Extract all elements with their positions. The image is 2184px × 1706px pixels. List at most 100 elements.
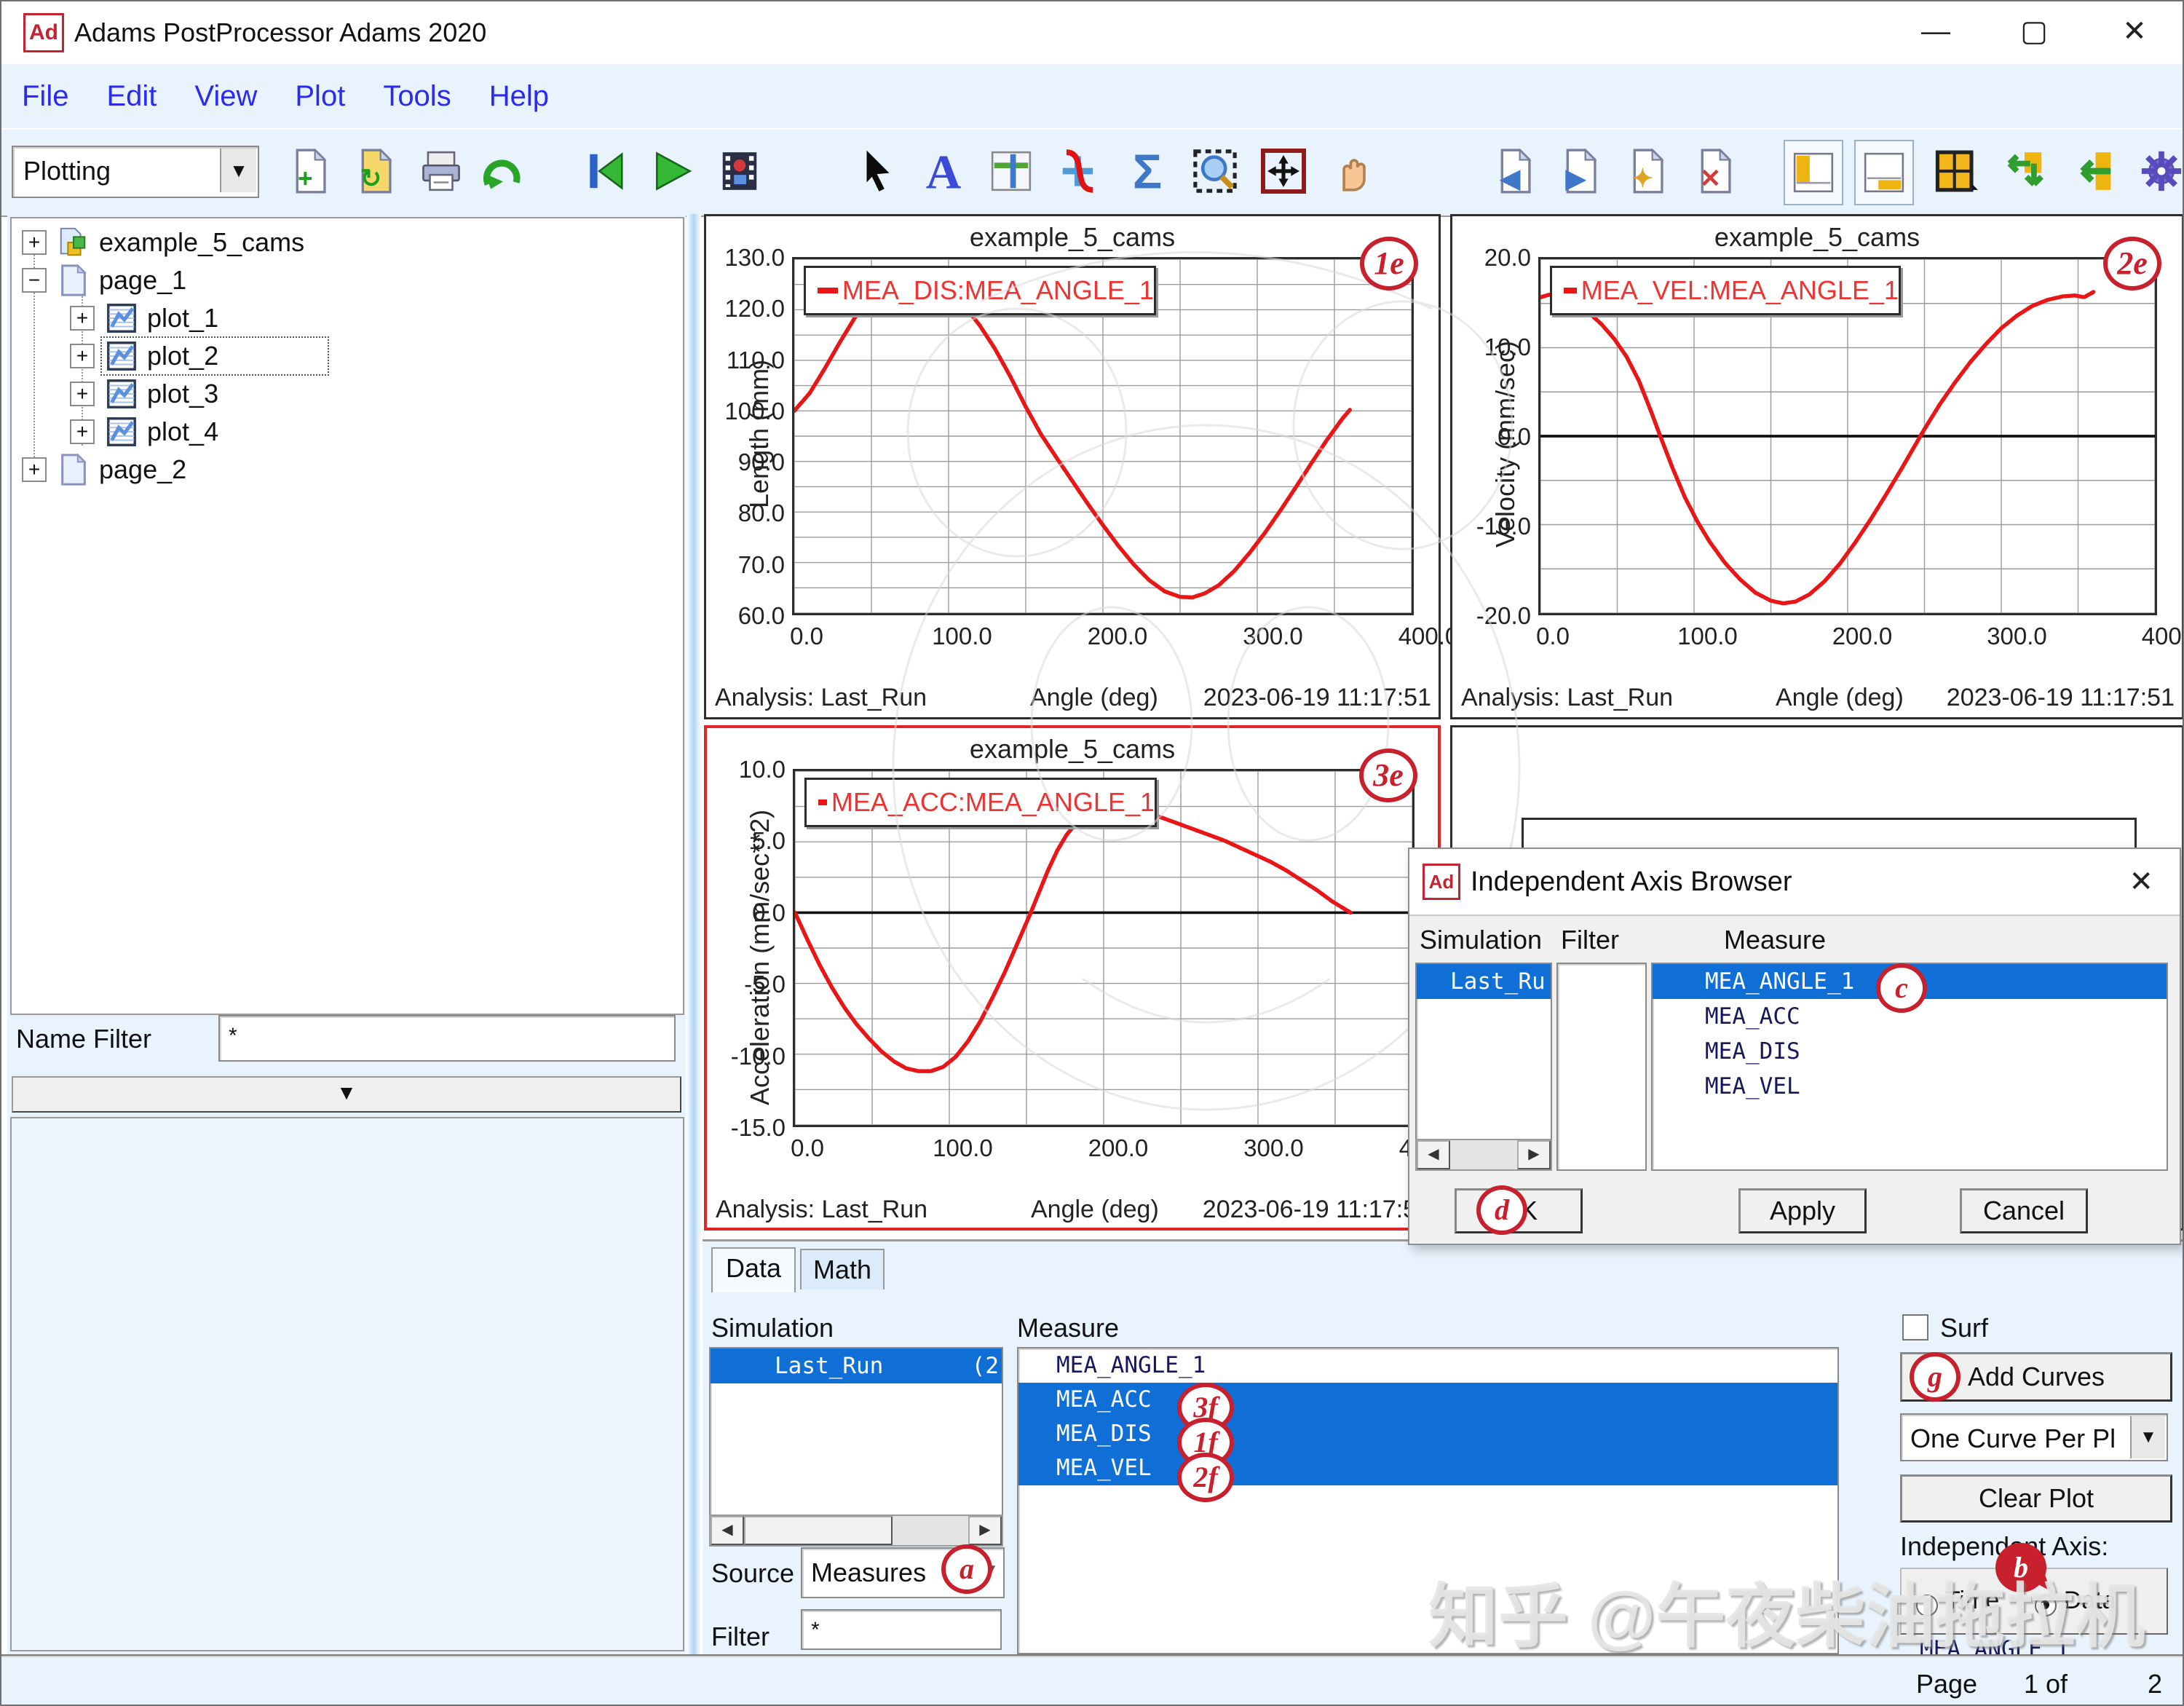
simulation-hscrollbar[interactable]: ◀ ▶: [709, 1515, 1003, 1547]
tree-item-plot_1[interactable]: +plot_1: [12, 300, 680, 336]
sum-sigma-icon[interactable]: Σ: [1119, 140, 1176, 202]
measure-item-MEA_VEL[interactable]: MEA_VEL: [1018, 1451, 1837, 1485]
select-cursor-icon[interactable]: [850, 140, 906, 202]
expand-icon[interactable]: +: [70, 344, 95, 368]
dialog-simulation-item[interactable]: Last_Ru: [1417, 964, 1551, 999]
filter-label: Filter: [711, 1622, 769, 1652]
reload-session-icon[interactable]: ↻: [347, 140, 404, 202]
dialog-simulation-hscrollbar[interactable]: ◀ ▶: [1415, 1139, 1552, 1171]
mode-select[interactable]: Plotting ▼: [12, 146, 259, 198]
timestamp-label: 2023-06-19 11:17:51: [1203, 684, 1431, 712]
timestamp-label: 2023-06-19 11:17:51: [1947, 684, 2175, 712]
minimize-button[interactable]: —: [1910, 7, 1961, 55]
previous-page-icon[interactable]: ◀: [1487, 140, 1543, 202]
pan-hand-icon[interactable]: [1325, 140, 1382, 202]
print-icon[interactable]: [413, 140, 470, 202]
measure-item-MEA_DIS[interactable]: MEA_DIS: [1018, 1417, 1837, 1451]
mode-select-value: Plotting: [23, 156, 111, 186]
dialog-simulation-list[interactable]: Last_Ru: [1415, 963, 1552, 1140]
next-page-icon[interactable]: ▶: [1552, 140, 1609, 202]
chevron-down-icon[interactable]: ▼: [220, 149, 256, 192]
expand-icon[interactable]: +: [70, 306, 95, 331]
source-select-value: Measures: [811, 1557, 926, 1588]
delete-page-icon[interactable]: ✕: [1687, 140, 1744, 202]
dialog-filter-list[interactable]: [1556, 963, 1647, 1171]
scroll-left-icon[interactable]: ◀: [1417, 1140, 1450, 1169]
plot-panel-3[interactable]: example_5_camsMEA_ACC:MEA_ANGLE_1Acceler…: [704, 725, 1441, 1231]
undo-icon[interactable]: [475, 140, 531, 202]
plot-panel-1[interactable]: example_5_camsMEA_DIS:MEA_ANGLE_1Length …: [704, 214, 1441, 719]
settings-gear-icon[interactable]: [2133, 140, 2184, 202]
menu-view[interactable]: View: [194, 80, 257, 113]
name-filter-input[interactable]: *: [218, 1015, 676, 1062]
dialog-title-bar: Ad Independent Axis Browser ✕: [1409, 849, 2180, 916]
x-axis-label: Angle (deg): [1031, 1196, 1159, 1224]
chevron-down-icon[interactable]: ▼: [2130, 1416, 2165, 1458]
layout-import-icon[interactable]: [2065, 140, 2122, 202]
layout-swap-icon[interactable]: [1996, 140, 2053, 202]
tree-item-page_1[interactable]: − page_1: [12, 262, 680, 299]
collapse-icon[interactable]: −: [22, 268, 47, 293]
dialog-measure-item-MEA_DIS[interactable]: MEA_DIS: [1653, 1034, 2167, 1069]
scroll-right-icon[interactable]: ▶: [968, 1516, 1002, 1545]
layout-left-icon[interactable]: [1784, 140, 1843, 205]
tree-item-label: page_1: [99, 265, 186, 296]
tree-item-plot_3[interactable]: +plot_3: [12, 376, 680, 412]
measure-item-MEA_ANGLE_1[interactable]: MEA_ANGLE_1: [1018, 1348, 1837, 1383]
menu-plot[interactable]: Plot: [295, 80, 345, 113]
close-button[interactable]: ✕: [2109, 7, 2160, 55]
plot-panel-2[interactable]: example_5_camsMEA_VEL:MEA_ANGLE_1Velocit…: [1450, 214, 2184, 719]
analysis-label: Analysis: Last_Run: [716, 1196, 927, 1224]
dialog-close-icon[interactable]: ✕: [2129, 865, 2153, 899]
simulation-list[interactable]: Last_Run(2: [709, 1347, 1003, 1516]
dialog-measure-item-MEA_VEL[interactable]: MEA_VEL: [1653, 1069, 2167, 1104]
text-tool-icon[interactable]: A: [915, 140, 972, 202]
svg-text:▶: ▶: [1565, 164, 1587, 193]
radio-time-icon[interactable]: [1916, 1595, 1938, 1616]
expand-icon[interactable]: +: [22, 230, 47, 255]
layout-bottom-icon[interactable]: [1854, 140, 1914, 205]
menu-help[interactable]: Help: [489, 80, 549, 113]
measure-list[interactable]: MEA_ANGLE_1MEA_ACCMEA_DISMEA_VEL: [1017, 1347, 1839, 1654]
maximize-button[interactable]: ▢: [2009, 7, 2060, 55]
radio-data[interactable]: Data: [2035, 1599, 2116, 1611]
scroll-right-icon[interactable]: ▶: [1517, 1140, 1551, 1169]
tree-item-example_5_cams[interactable]: +example_5_cams: [12, 224, 680, 261]
radio-time[interactable]: Time: [1916, 1599, 1999, 1611]
animation-mode-icon[interactable]: [711, 140, 768, 202]
menu-file[interactable]: File: [22, 80, 68, 113]
annotation-badge-d: d: [1476, 1185, 1527, 1235]
cancel-button[interactable]: Cancel: [1960, 1188, 2088, 1233]
scroll-left-icon[interactable]: ◀: [711, 1516, 744, 1545]
expand-icon[interactable]: +: [22, 457, 47, 482]
panel-splitter[interactable]: [687, 214, 701, 1654]
surf-checkbox[interactable]: [1902, 1314, 1928, 1340]
zoom-box-icon[interactable]: [1187, 140, 1243, 202]
curve-mode-select[interactable]: One Curve Per Pl ▼: [1900, 1413, 2168, 1461]
first-frame-icon[interactable]: [577, 140, 633, 202]
tab-data[interactable]: Data: [711, 1247, 796, 1292]
layout-grid-icon[interactable]: [1927, 140, 1984, 202]
menu-tools[interactable]: Tools: [383, 80, 451, 113]
collapse-panel-button[interactable]: ▼: [12, 1076, 681, 1113]
tab-math[interactable]: Math: [800, 1249, 885, 1290]
filter-input[interactable]: *: [801, 1609, 1002, 1650]
clear-plot-button[interactable]: Clear Plot: [1900, 1474, 2172, 1523]
tree-item-page_2[interactable]: +page_2: [12, 451, 680, 488]
new-page-icon[interactable]: ✦: [1619, 140, 1676, 202]
plot-axes-tool-icon[interactable]: [983, 140, 1040, 202]
radio-data-icon[interactable]: [2035, 1595, 2057, 1616]
simulation-item-Last_Run[interactable]: Last_Run(2: [711, 1348, 1002, 1383]
tree-item-plot_4[interactable]: +plot_4: [12, 414, 680, 450]
title-bar: Ad Adams PostProcessor Adams 2020 — ▢ ✕: [1, 1, 2184, 65]
menu-edit[interactable]: Edit: [106, 80, 157, 113]
expand-icon[interactable]: +: [70, 419, 95, 444]
new-session-icon[interactable]: +: [282, 140, 339, 202]
apply-button[interactable]: Apply: [1738, 1188, 1867, 1233]
expand-icon[interactable]: +: [70, 382, 95, 406]
svg-text:Σ: Σ: [1133, 149, 1162, 194]
play-animation-icon[interactable]: [644, 140, 700, 202]
measure-item-MEA_ACC[interactable]: MEA_ACC: [1018, 1383, 1837, 1417]
fit-view-icon[interactable]: [1255, 140, 1312, 202]
curve-edit-tool-icon[interactable]: [1051, 140, 1108, 202]
